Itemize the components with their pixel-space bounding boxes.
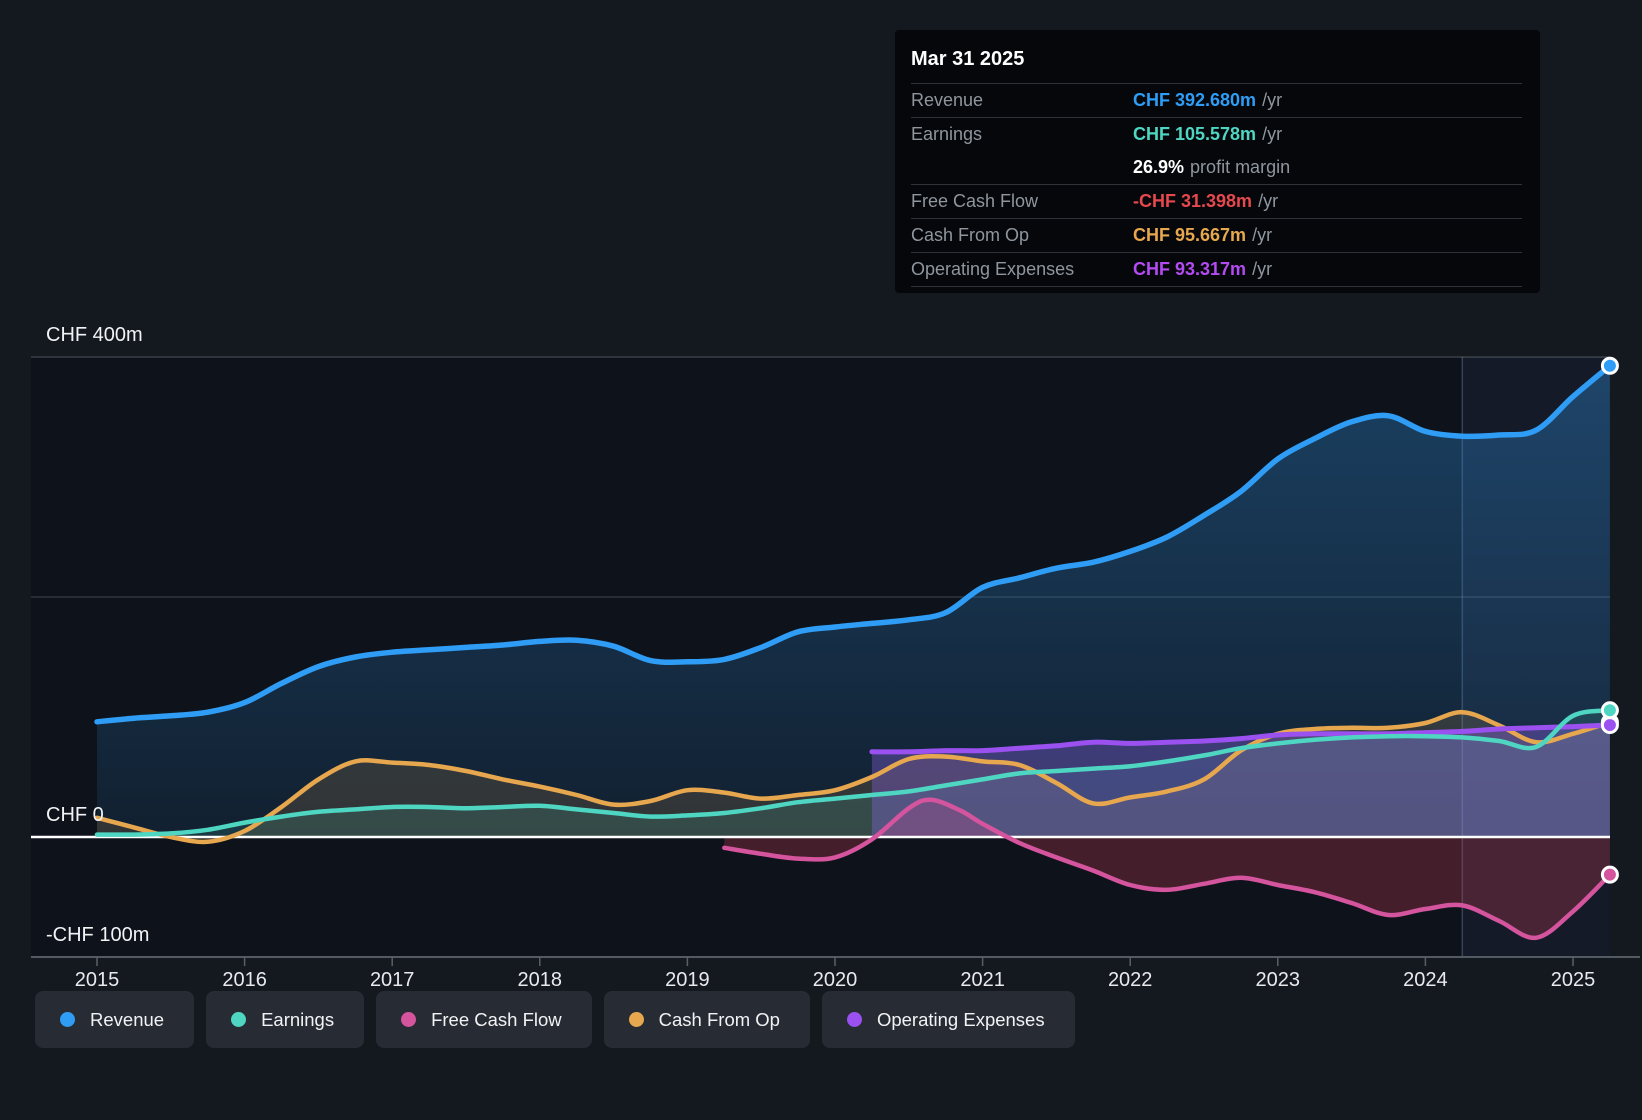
revenue-dot-icon [60,1012,75,1027]
svg-text:2017: 2017 [370,969,415,991]
earnings-dot-icon [231,1012,247,1027]
chart-page: 2015 2016 2017 2018 2019 2020 2021 2022 2023 2024… [0,0,1642,1120]
tooltip-suffix: /yr [1262,124,1283,144]
svg-text:2016: 2016 [222,969,267,991]
legend-item-operating-expenses[interactable]: Operating Expenses [821,991,1075,1048]
legend-item-free-cash-flow[interactable]: Free Cash Flow [376,991,592,1048]
tooltip-value: CHF 93.317m [1133,259,1247,279]
tooltip-label: Operating Expenses [911,259,1075,279]
tooltip-value: CHF 105.578m [1133,124,1257,144]
tooltip-value: CHF 95.667m [1133,225,1247,245]
svg-text:2021: 2021 [960,969,1005,991]
svg-text:2015: 2015 [75,969,120,991]
x-axis-labels: 2015 2016 2017 2018 2019 2020 2021 2022 2023 2024… [75,957,1596,991]
tooltip-value: CHF 392.680m [1133,90,1257,110]
svg-text:2024: 2024 [1403,969,1448,991]
legend-item-revenue[interactable]: Revenue [35,991,195,1048]
svg-text:2023: 2023 [1256,969,1301,991]
data-tooltip: Mar 31 2025 Revenue CHF 392.680m/yr Earn… [895,30,1540,293]
svg-text:CHF 400m: CHF 400m [46,324,143,346]
tooltip-label: Free Cash Flow [911,191,1039,211]
tooltip-row-profit-margin: 26.9% profit margin [911,151,1522,185]
svg-text:2022: 2022 [1108,969,1153,991]
tooltip-row-free-cash-flow: Free Cash Flow -CHF 31.398m/yr [911,185,1522,219]
tooltip-suffix: /yr [1252,225,1273,245]
svg-text:2025: 2025 [1551,969,1596,991]
tooltip-date: Mar 31 2025 [911,40,1522,84]
tooltip-row-cash-from-op: Cash From Op CHF 95.667m/yr [911,219,1522,253]
tooltip-suffix: /yr [1262,90,1283,110]
free-cash-flow-dot-icon [401,1012,417,1027]
svg-text:2019: 2019 [665,969,710,991]
tooltip-row-operating-expenses: Operating Expenses CHF 93.317m/yr [911,253,1522,287]
legend-item-earnings[interactable]: Earnings [206,991,365,1048]
tooltip-value: -CHF 31.398m [1133,191,1253,211]
tooltip-row-revenue: Revenue CHF 392.680m/yr [911,84,1522,118]
svg-text:-CHF 100m: -CHF 100m [46,924,149,946]
tooltip-label: Earnings [911,124,983,144]
profit-margin-value: 26.9% [1133,157,1185,177]
operating-expenses-dot-icon [846,1012,862,1027]
cash-from-op-dot-icon [628,1012,644,1027]
svg-text:2018: 2018 [518,969,563,991]
svg-text:CHF 0: CHF 0 [46,804,104,826]
tooltip-suffix: /yr [1252,259,1273,279]
tooltip-label: Revenue [911,90,984,110]
svg-text:2020: 2020 [813,969,858,991]
profit-margin-label: profit margin [1190,157,1291,177]
tooltip-suffix: /yr [1258,191,1279,211]
marker-earnings[interactable] [1600,701,1619,720]
marker-revenue[interactable] [1600,356,1619,375]
chart-legend: Revenue Earnings Free Cash Flow Cash Fro… [35,991,1075,1048]
legend-item-cash-from-op[interactable]: Cash From Op [603,991,810,1048]
marker-fcf[interactable] [1600,865,1619,884]
tooltip-label: Cash From Op [911,225,1030,245]
marker-opex[interactable] [1600,716,1619,735]
tooltip-row-earnings: Earnings CHF 105.578m/yr [911,118,1522,151]
